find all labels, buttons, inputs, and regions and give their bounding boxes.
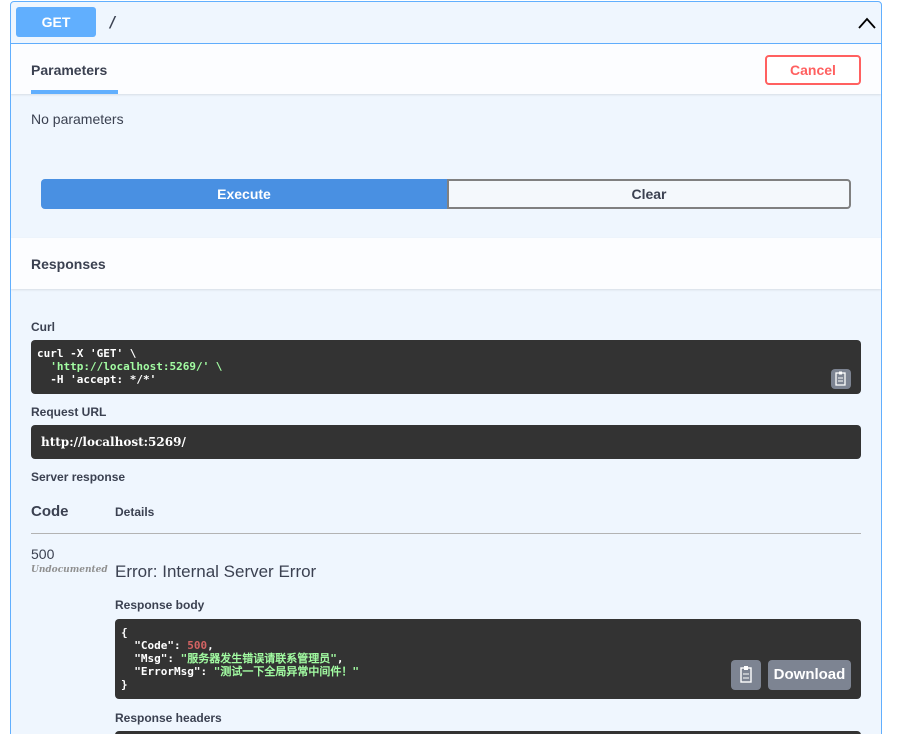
table-divider <box>31 533 861 534</box>
curl-label: Curl <box>31 320 55 334</box>
column-header-details: Details <box>115 505 155 519</box>
tab-parameters[interactable]: Parameters <box>31 62 107 78</box>
chevron-up-icon[interactable] <box>856 14 878 32</box>
responses-header <box>11 238 881 289</box>
operation-summary[interactable]: GET / <box>11 2 881 44</box>
curl-block[interactable]: curl -X 'GET' \ 'http://localhost:5269/'… <box>31 340 861 394</box>
response-code: 500 <box>31 546 55 562</box>
cancel-button[interactable]: Cancel <box>765 55 861 85</box>
copy-icon[interactable] <box>731 660 761 690</box>
response-body-label: Response body <box>115 598 205 612</box>
column-header-code: Code <box>31 503 69 520</box>
undocumented-badge: Undocumented <box>31 565 108 575</box>
opblock-get-root: GET / Parameters Cancel No parameters Ex… <box>10 1 882 734</box>
execute-button[interactable]: Execute <box>41 179 447 209</box>
no-parameters-text: No parameters <box>31 111 124 127</box>
curl-code: curl -X 'GET' \ 'http://localhost:5269/'… <box>37 347 223 386</box>
download-button[interactable]: Download <box>768 660 851 690</box>
clear-button[interactable]: Clear <box>447 179 851 209</box>
responses-title: Responses <box>31 256 106 272</box>
server-response-label: Server response <box>31 470 126 484</box>
request-url-block[interactable]: http://localhost:5269/ <box>31 425 861 459</box>
copy-icon[interactable] <box>831 369 851 389</box>
request-url-value: http://localhost:5269/ <box>41 435 186 449</box>
error-title: Error: Internal Server Error <box>115 562 317 581</box>
parameters-header: Parameters <box>11 44 881 94</box>
response-headers-label: Response headers <box>115 711 222 725</box>
tab-active-indicator <box>31 90 118 94</box>
operation-path: / <box>108 13 118 31</box>
method-badge: GET <box>16 7 96 37</box>
response-body-code: { "Code": 500, "Msg": "服务器发生错误请联系管理员", "… <box>121 626 359 691</box>
response-body-block[interactable]: { "Code": 500, "Msg": "服务器发生错误请联系管理员", "… <box>115 619 861 699</box>
request-url-label: Request URL <box>31 405 107 419</box>
